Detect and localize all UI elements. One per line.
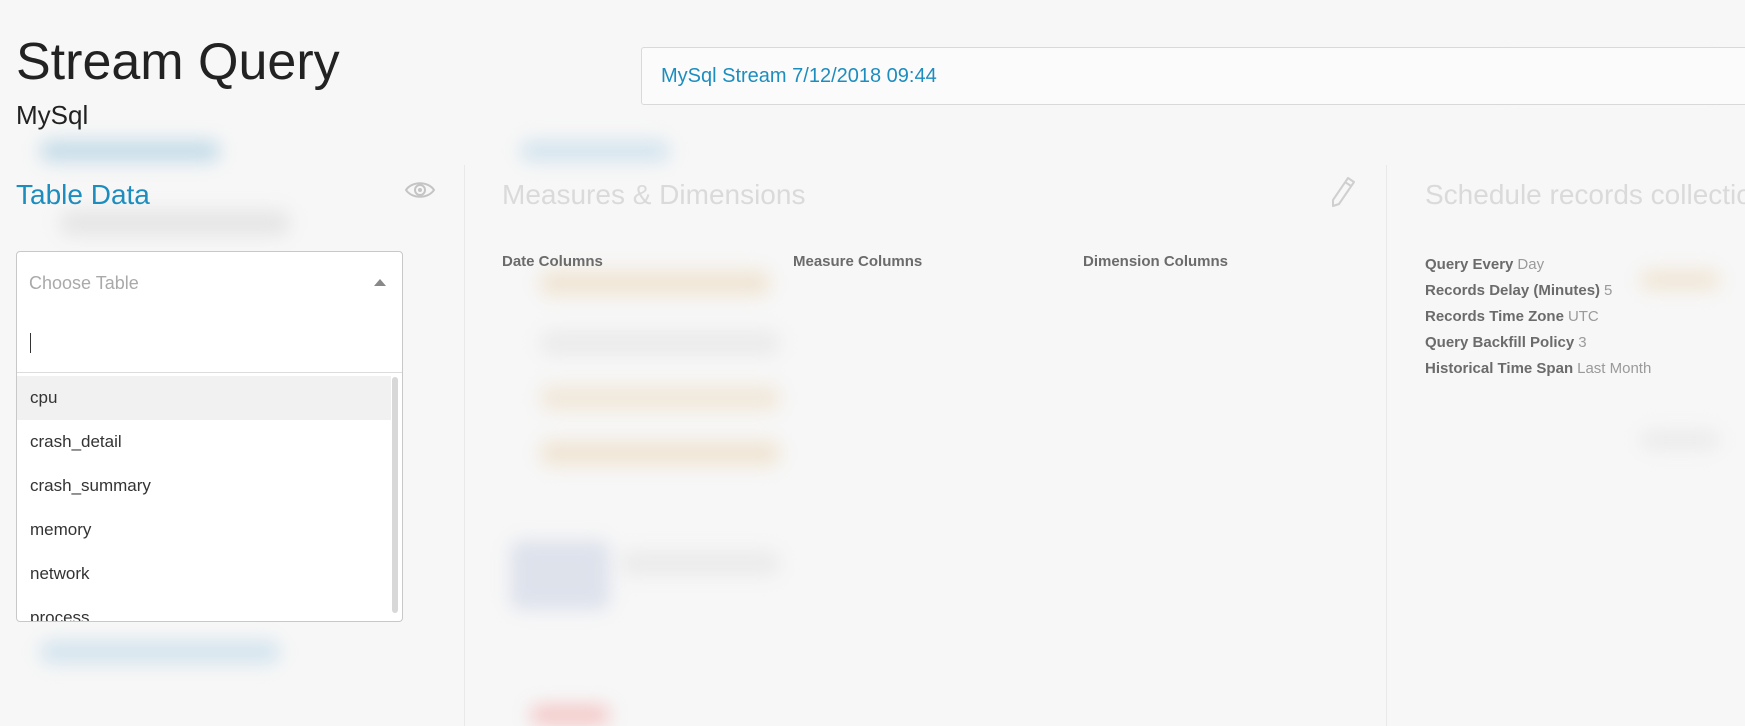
- stream-name-text[interactable]: MySql Stream 7/12/2018 09:44: [661, 65, 937, 88]
- table-data-title: Table Data: [16, 179, 150, 210]
- page-subtitle: MySql: [16, 100, 89, 130]
- background-blur: [520, 140, 670, 162]
- schedule-value: Last Month: [1577, 360, 1652, 377]
- stream-name-field[interactable]: MySql Stream 7/12/2018 09:44: [641, 47, 1745, 105]
- option-crash-summary[interactable]: crash_summary: [17, 464, 391, 508]
- dropdown-search: [17, 313, 402, 373]
- schedule-value: 5: [1604, 282, 1613, 299]
- column-divider: [464, 165, 465, 726]
- column-divider: [1386, 165, 1387, 726]
- eye-icon[interactable]: [404, 176, 436, 204]
- caret-up-icon[interactable]: [374, 279, 386, 286]
- measure-columns-header: Measure Columns: [793, 253, 923, 270]
- schedule-value: Day: [1517, 256, 1545, 273]
- option-cpu[interactable]: cpu: [17, 376, 391, 420]
- background-blur: [540, 330, 780, 356]
- schedule-row-historical-span: Historical Time Span Last Month: [1425, 360, 1651, 377]
- schedule-label: Records Delay (Minutes): [1425, 282, 1601, 299]
- schedule-row-backfill-policy: Query Backfill Policy 3: [1425, 334, 1587, 351]
- date-columns-header: Date Columns: [502, 253, 603, 270]
- background-blur: [510, 540, 610, 610]
- schedule-row-records-delay: Records Delay (Minutes) 5: [1425, 282, 1612, 299]
- option-process[interactable]: process: [17, 596, 391, 621]
- schedule-row-query-every: Query Every Day: [1425, 256, 1544, 273]
- select-placeholder: Choose Table: [29, 273, 139, 293]
- text-cursor: [30, 333, 31, 353]
- background-blur: [60, 210, 290, 236]
- table-search-input[interactable]: [29, 327, 373, 359]
- schedule-label: Historical Time Span: [1425, 360, 1574, 377]
- schedule-label: Records Time Zone: [1425, 308, 1564, 325]
- schedule-row-time-zone: Records Time Zone UTC: [1425, 308, 1599, 325]
- table-dropdown: cpu crash_detail crash_summary memory ne…: [16, 313, 403, 622]
- background-blur: [1640, 430, 1720, 450]
- page-title: Stream Query: [16, 33, 340, 91]
- measures-dimensions-title: Measures & Dimensions: [502, 179, 806, 210]
- choose-table-select[interactable]: Choose Table: [16, 251, 403, 314]
- background-blur: [540, 270, 770, 296]
- background-blur: [540, 385, 780, 411]
- background-blur: [40, 140, 220, 162]
- pencil-icon[interactable]: [1330, 176, 1356, 208]
- background-blur: [530, 705, 610, 725]
- scrollbar-thumb[interactable]: [392, 377, 398, 613]
- background-blur: [540, 440, 780, 466]
- schedule-label: Query Backfill Policy: [1425, 334, 1575, 351]
- option-memory[interactable]: memory: [17, 508, 391, 552]
- background-blur: [620, 550, 780, 576]
- schedule-label: Query Every: [1425, 256, 1514, 273]
- schedule-title: Schedule records collection: [1425, 179, 1745, 210]
- schedule-value: UTC: [1567, 308, 1599, 325]
- background-blur: [40, 640, 280, 664]
- schedule-value: 3: [1578, 334, 1587, 351]
- option-list: cpu crash_detail crash_summary memory ne…: [17, 376, 391, 621]
- option-crash-detail[interactable]: crash_detail: [17, 420, 391, 464]
- dropdown-scrollbar[interactable]: [391, 377, 399, 617]
- background-blur: [1640, 270, 1720, 290]
- dimension-columns-header: Dimension Columns: [1083, 253, 1229, 270]
- option-network[interactable]: network: [17, 552, 391, 596]
